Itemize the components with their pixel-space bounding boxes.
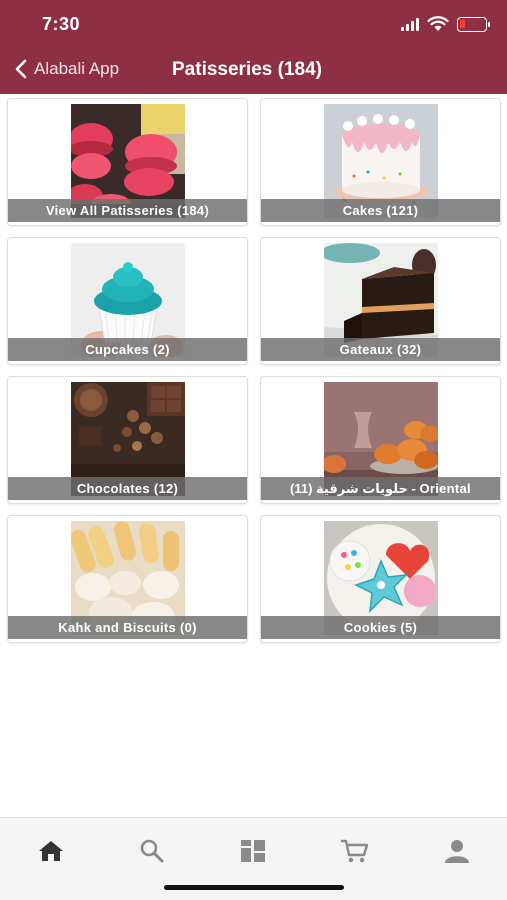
category-label: Cupcakes (2) (8, 338, 247, 361)
chevron-left-icon (15, 59, 27, 79)
cart-icon (341, 839, 369, 863)
category-label: Chocolates (12) (8, 477, 247, 500)
category-card-oriental[interactable]: حلويات شرقية (11) - Oriental (260, 376, 501, 504)
category-label: Kahk and Biscuits (0) (8, 616, 247, 639)
status-time: 7:30 (42, 14, 81, 34)
category-card-kahk-biscuits[interactable]: Kahk and Biscuits (0) (7, 515, 248, 643)
cellular-signal-icon (401, 17, 419, 31)
category-card-cupcakes[interactable]: Cupcakes (2) (7, 237, 248, 365)
navigation-bar: Alabali App Patisseries (184) (0, 52, 507, 92)
back-label: Alabali App (34, 59, 120, 78)
home-icon (39, 841, 63, 861)
app-header: 7:30 Alabali App Patisseries (184) (0, 0, 507, 94)
page-title: Patisseries (184) (172, 59, 322, 80)
status-bar: 7:30 (0, 0, 507, 48)
tab-home[interactable] (31, 836, 71, 866)
battery-icon (457, 16, 490, 32)
status-icons (401, 16, 490, 32)
category-card-gateaux[interactable]: Gateaux (32) (260, 237, 501, 365)
tab-categories[interactable] (233, 836, 273, 866)
profile-icon (445, 840, 469, 863)
category-card-cakes[interactable]: Cakes (121) (260, 98, 501, 226)
category-label: View All Patisseries (184) (8, 199, 247, 222)
tab-search[interactable] (132, 836, 172, 866)
wifi-icon (427, 16, 449, 31)
category-card-chocolates[interactable]: Chocolates (12) (7, 376, 248, 504)
category-grid: View All Patisseries (184) Cakes (121) C… (7, 98, 501, 643)
tab-cart[interactable] (334, 836, 374, 866)
category-label: Gateaux (32) (261, 338, 500, 361)
category-label: Cakes (121) (261, 199, 500, 222)
categories-icon (241, 840, 265, 862)
tab-profile[interactable] (437, 836, 477, 866)
category-card-cookies[interactable]: Cookies (5) (260, 515, 501, 643)
search-icon (140, 839, 164, 863)
back-button[interactable]: Alabali App (14, 58, 119, 80)
category-label: Cookies (5) (261, 616, 500, 639)
home-indicator (164, 885, 344, 890)
category-label: حلويات شرقية (11) - Oriental (261, 477, 500, 500)
category-card-view-all[interactable]: View All Patisseries (184) (7, 98, 248, 226)
